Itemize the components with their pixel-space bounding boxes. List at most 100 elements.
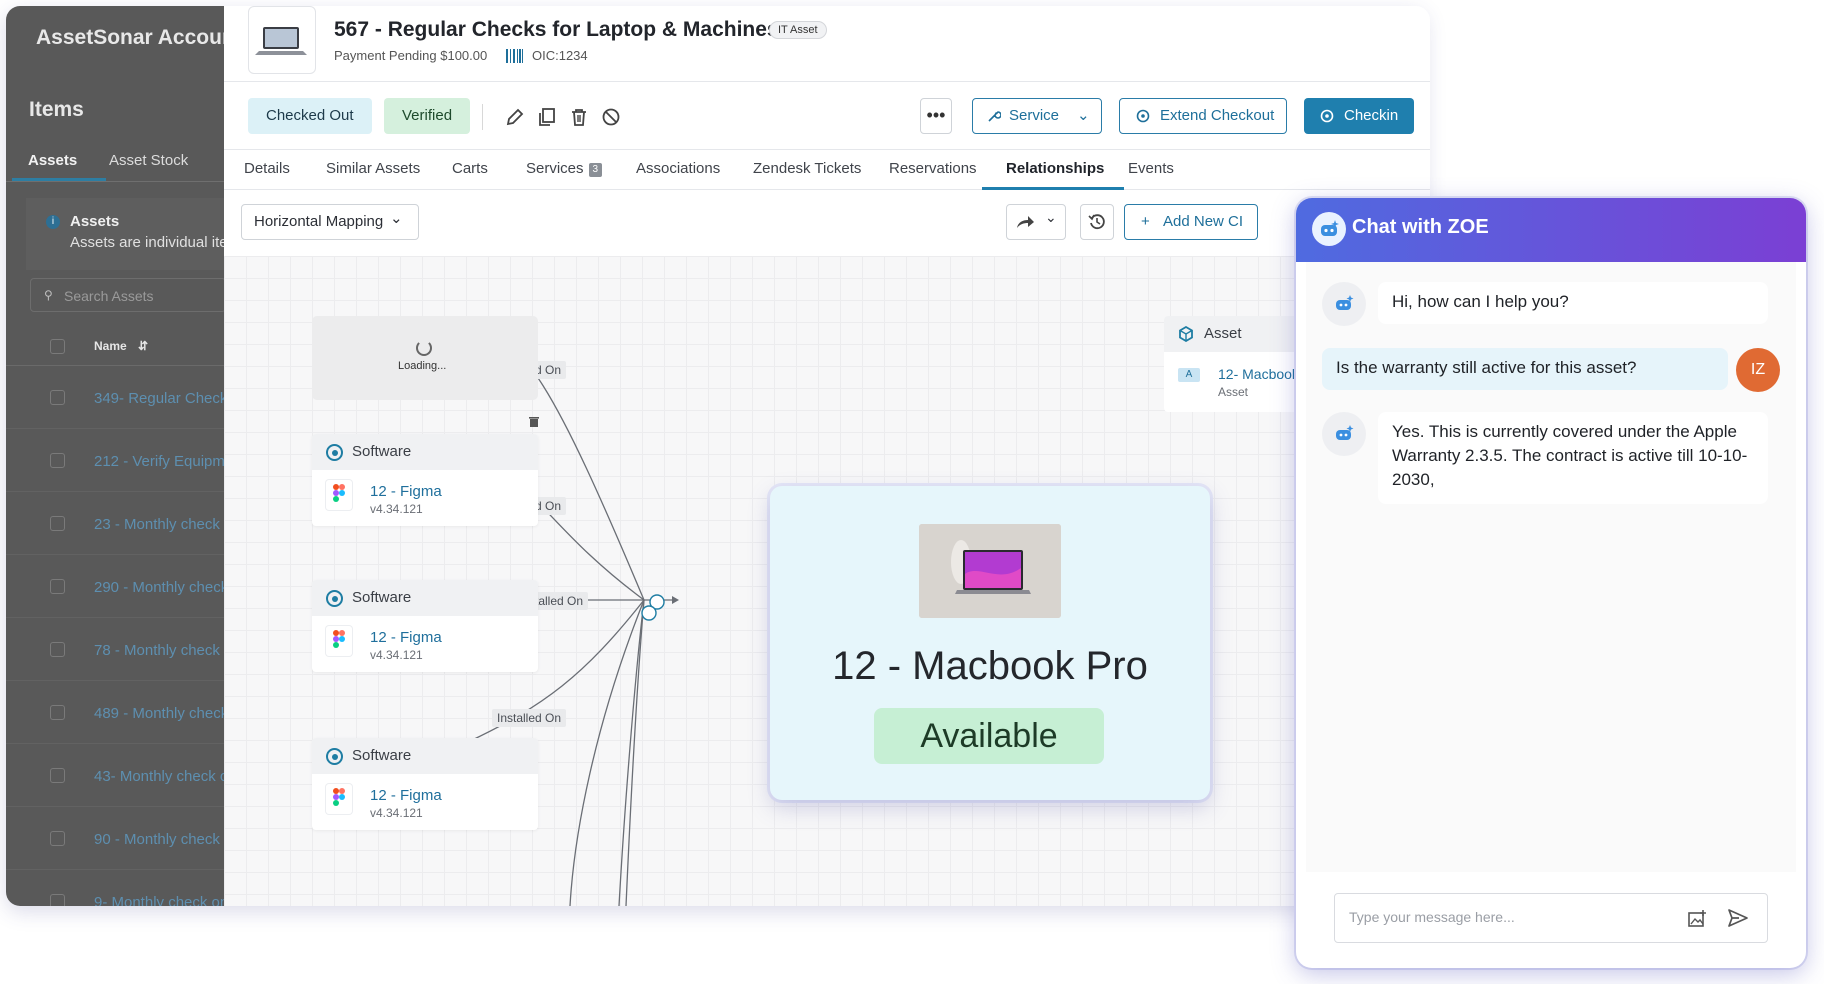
add-new-ci-button[interactable]: + Add New CI xyxy=(1124,204,1258,240)
software-type-icon xyxy=(326,590,343,607)
node-link[interactable]: 12 - Figma xyxy=(370,629,442,646)
asset-toolbar: Checked Out Verified ••• Service ⌄ Exten… xyxy=(224,82,1430,150)
loading-node: Loading... xyxy=(312,316,538,400)
chat-title: Chat with ZOE xyxy=(1352,216,1489,238)
macbook-image xyxy=(919,524,1061,618)
node-link[interactable]: 12 - Figma xyxy=(370,483,442,500)
image-upload-icon[interactable] xyxy=(1687,909,1707,929)
tab-assets[interactable]: Assets xyxy=(28,152,77,169)
send-icon[interactable] xyxy=(1727,908,1749,928)
share-button[interactable]: ⌄ xyxy=(1006,204,1066,240)
more-options-button[interactable]: ••• xyxy=(920,98,952,134)
checkin-button[interactable]: Checkin xyxy=(1304,98,1414,134)
row-link[interactable]: 212 - Verify Equipment xyxy=(94,453,246,470)
extend-checkout-button[interactable]: Extend Checkout xyxy=(1119,98,1287,134)
bot-message: Yes. This is currently covered under the… xyxy=(1378,412,1768,504)
asset-detail-panel: 567 - Regular Checks for Laptop & Machin… xyxy=(224,6,1430,906)
row-link[interactable]: 489 - Monthly check xyxy=(94,705,228,722)
row-checkbox[interactable] xyxy=(50,516,65,531)
software-node[interactable]: Software 12 - Figma v4.34.121 xyxy=(312,434,538,526)
loading-spinner-icon xyxy=(416,340,432,356)
row-checkbox[interactable] xyxy=(50,831,65,846)
node-header: Software xyxy=(312,580,538,616)
node-link[interactable]: 12 - Figma xyxy=(370,787,442,804)
row-link[interactable]: 23 - Monthly check on xyxy=(94,516,241,533)
search-icon: ⚲ xyxy=(44,288,53,302)
row-checkbox[interactable] xyxy=(50,579,65,594)
zoe-logo-icon xyxy=(1312,212,1346,246)
tab-associations[interactable]: Associations xyxy=(636,160,720,177)
status-checked-out[interactable]: Checked Out xyxy=(248,98,372,134)
software-type-icon xyxy=(326,748,343,765)
pencil-icon[interactable] xyxy=(504,106,526,128)
service-button[interactable]: Service ⌄ xyxy=(972,98,1102,134)
ban-icon[interactable] xyxy=(600,106,622,128)
extend-checkout-label: Extend Checkout xyxy=(1160,107,1275,124)
trash-icon[interactable] xyxy=(568,106,590,128)
asset-node[interactable]: Asset A 12- Macbook Asset xyxy=(1164,316,1304,412)
row-checkbox[interactable] xyxy=(50,390,65,405)
relationships-toolbar: Horizontal Mapping ⌄ ⌄ + Add New CI xyxy=(224,190,1430,256)
history-icon xyxy=(1088,213,1106,231)
asset-thumbnail xyxy=(248,6,316,74)
info-title: Assets xyxy=(70,213,120,230)
row-link[interactable]: 290 - Monthly check xyxy=(94,579,228,596)
tab-relationships[interactable]: Relationships xyxy=(1006,160,1104,177)
select-all-checkbox[interactable] xyxy=(50,339,65,354)
row-checkbox[interactable] xyxy=(50,768,65,783)
node-version: v4.34.121 xyxy=(370,648,423,662)
history-button[interactable] xyxy=(1080,204,1114,240)
relationship-map-canvas[interactable]: Installed On Installed On Installed On I… xyxy=(224,256,1430,906)
plus-icon: + xyxy=(1141,213,1150,230)
node-type-label: Asset xyxy=(1204,325,1242,342)
toolbar-divider xyxy=(482,104,483,130)
sort-icon[interactable]: ⇵ xyxy=(138,339,148,353)
tab-details[interactable]: Details xyxy=(244,160,290,177)
info-icon: i xyxy=(46,215,60,229)
mapping-select[interactable]: Horizontal Mapping ⌄ xyxy=(241,204,419,240)
node-header: Software xyxy=(312,434,538,470)
checkin-label: Checkin xyxy=(1344,107,1399,124)
checkin-icon xyxy=(1320,109,1334,123)
detail-tabs: Details Similar Assets Carts Services 3 A… xyxy=(224,150,1430,190)
row-checkbox[interactable] xyxy=(50,705,65,720)
tab-services[interactable]: Services 3 xyxy=(526,160,603,177)
software-node[interactable]: Software 12 - Figma v4.34.121 xyxy=(312,580,538,672)
focused-asset-card[interactable]: 12 - Macbook Pro Available xyxy=(770,486,1210,800)
tab-carts[interactable]: Carts xyxy=(452,160,488,177)
tab-services-label: Services xyxy=(526,160,584,177)
chat-message-input[interactable]: Type your message here... xyxy=(1334,893,1768,943)
row-checkbox[interactable] xyxy=(50,642,65,657)
row-checkbox[interactable] xyxy=(50,453,65,468)
copy-icon[interactable] xyxy=(536,106,558,128)
row-link[interactable]: 349- Regular Checks xyxy=(94,390,235,407)
status-verified[interactable]: Verified xyxy=(384,98,471,134)
node-subtitle: Asset xyxy=(1218,385,1249,399)
chat-header: Chat with ZOE xyxy=(1296,198,1806,262)
search-placeholder: Search Assets xyxy=(64,288,154,304)
tab-active-underline xyxy=(12,178,106,181)
page-title: 567 - Regular Checks for Laptop & Machin… xyxy=(334,18,779,41)
row-link[interactable]: 78 - Monthly check on xyxy=(94,642,241,659)
tab-reservations[interactable]: Reservations xyxy=(889,160,977,177)
node-link[interactable]: 12- Macbook xyxy=(1218,366,1299,382)
column-name[interactable]: Name xyxy=(94,339,127,353)
tab-similar-assets[interactable]: Similar Assets xyxy=(326,160,420,177)
row-link[interactable]: 9- Monthly check on xyxy=(94,894,228,906)
bot-message: Hi, how can I help you? xyxy=(1378,282,1768,324)
bot-avatar xyxy=(1322,412,1366,456)
tab-asset-stock[interactable]: Asset Stock xyxy=(109,152,188,169)
software-type-icon xyxy=(326,444,343,461)
row-checkbox[interactable] xyxy=(50,894,65,906)
figma-icon xyxy=(326,626,352,656)
row-link[interactable]: 43- Monthly check on xyxy=(94,768,237,785)
row-link[interactable]: 90 - Monthly check on xyxy=(94,831,241,848)
asset-tag-badge: A xyxy=(1178,368,1200,382)
trash-icon[interactable] xyxy=(528,416,540,428)
tab-events[interactable]: Events xyxy=(1128,160,1174,177)
node-type-label: Software xyxy=(352,747,412,764)
software-node[interactable]: Software 12 - Figma v4.34.121 xyxy=(312,738,538,830)
tab-zendesk-tickets[interactable]: Zendesk Tickets xyxy=(753,160,861,177)
laptop-image xyxy=(255,27,307,55)
barcode-icon xyxy=(506,49,524,63)
